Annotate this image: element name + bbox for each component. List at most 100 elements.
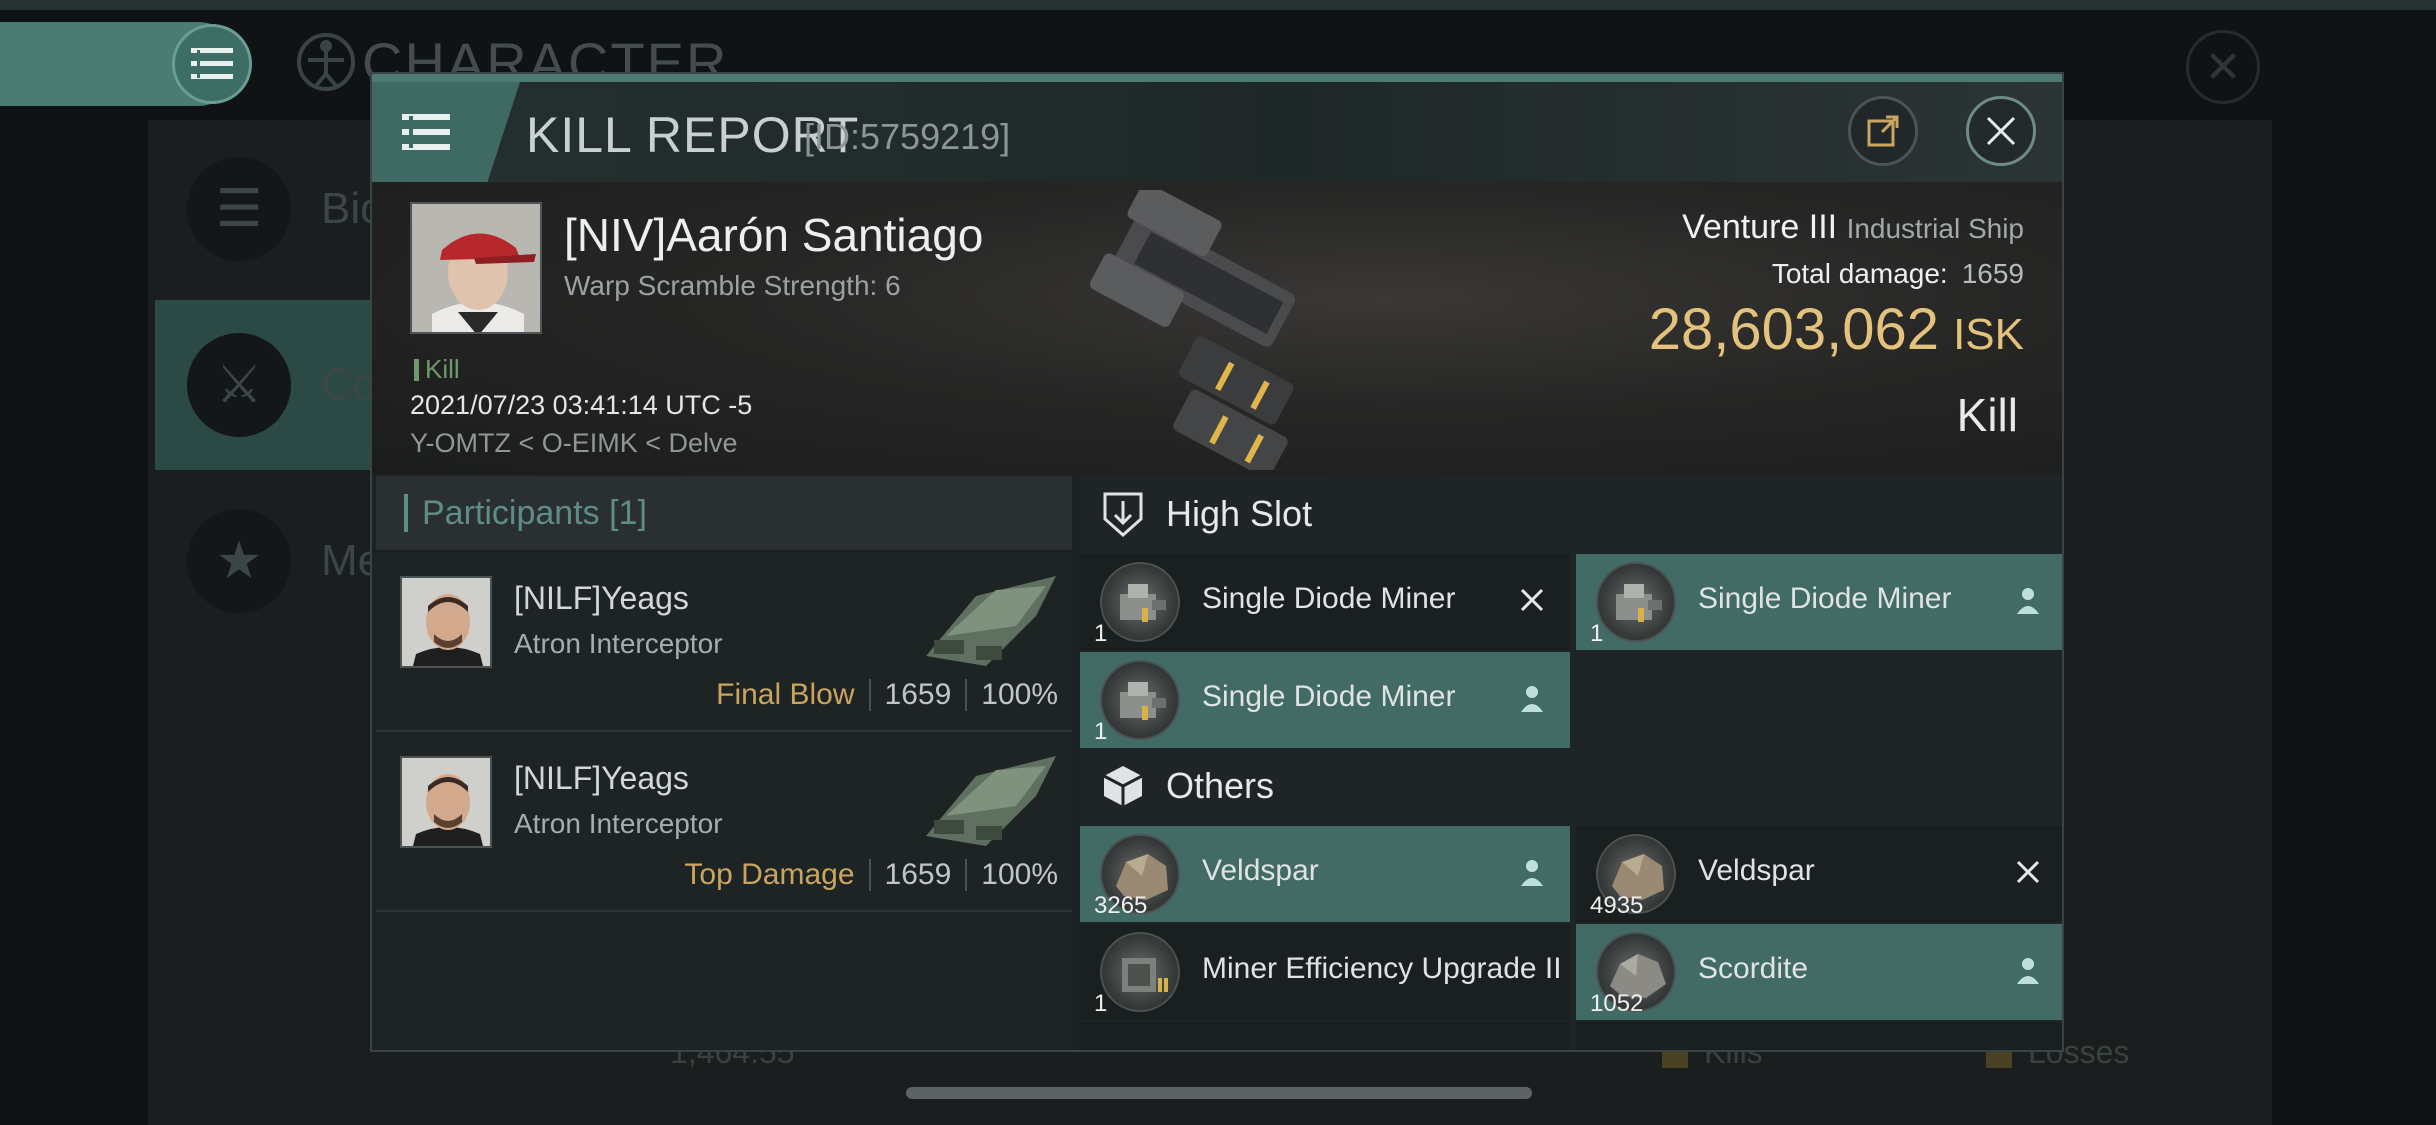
ship-name-line: Venture III Industrial Ship	[1682, 208, 2024, 247]
fitting-panel: High Slot 1 Single Diode Miner 1 Single …	[1080, 476, 2062, 1050]
fitting-item[interactable]: 1 Single Diode Miner	[1080, 652, 1570, 748]
close-icon	[1986, 116, 2016, 146]
attacker-damage: 1659	[884, 858, 952, 891]
pilot-avatar-icon	[412, 204, 540, 332]
dropped-person-icon	[2008, 950, 2048, 990]
attacker-stats: Final Blow 1659 100%	[716, 678, 1058, 712]
attacker-role: Top Damage	[684, 858, 855, 891]
item-quantity: 1052	[1590, 990, 1644, 1017]
kill-id: [ID:5759219]	[804, 116, 1011, 157]
attacker-percent: 100%	[981, 678, 1058, 711]
isk-value-line: 28,603,062 ISK	[1649, 296, 2024, 363]
participants-header: Participants [1]	[376, 476, 1072, 552]
item-name: Scordite	[1698, 952, 1809, 985]
participants-count: [1]	[609, 493, 647, 532]
attacker-portrait[interactable]	[400, 576, 492, 668]
dropped-person-icon	[1512, 678, 1552, 718]
item-name: Veldspar	[1202, 854, 1319, 887]
pilot-avatar-icon	[402, 578, 490, 666]
kill-report-dialog: KILL REPORT [ID:5759219] [NIV]Aarón Sant…	[370, 72, 2064, 1052]
warp-scramble-strength: Warp Scramble Strength: 6	[564, 270, 901, 301]
fitting-item-partial[interactable]	[1576, 1022, 2062, 1050]
mining-laser-icon	[1596, 562, 1676, 642]
participant-row[interactable]: [NILF]Yeags Atron Interceptor Top Damage…	[376, 732, 1072, 912]
kill-outcome: Kill	[1956, 389, 2018, 441]
others-header: Others	[1080, 748, 2062, 824]
fitting-item[interactable]: 1 Single Diode Miner	[1576, 554, 2062, 650]
crossed-swords-icon: ⚔	[187, 333, 291, 437]
attacker-percent: 100%	[981, 858, 1058, 891]
item-name: Single Diode Miner	[1202, 582, 1456, 615]
dropped-person-icon	[1512, 852, 1552, 892]
section-label: Others	[1166, 765, 1275, 806]
ship-name[interactable]: Venture III	[1682, 208, 1837, 246]
total-damage-line: Total damage: 1659	[1772, 258, 2024, 290]
high-slot-icon	[1103, 492, 1143, 537]
atron-ship-image	[926, 576, 1056, 666]
attacker-ship: Atron Interceptor	[514, 808, 723, 839]
mining-laser-icon	[1100, 660, 1180, 740]
attacker-damage: 1659	[884, 678, 952, 711]
kill-tag: Kill	[414, 354, 460, 385]
close-icon[interactable]: ✕	[2186, 30, 2260, 104]
victim-name[interactable]: [NIV]Aarón Santiago	[564, 208, 983, 262]
fitting-item[interactable]: 1052 Scordite	[1576, 924, 2062, 1020]
attacker-ship: Atron Interceptor	[514, 628, 723, 659]
ship-class: Industrial Ship	[1846, 213, 2024, 244]
attacker-stats: Top Damage 1659 100%	[684, 858, 1058, 892]
high-slot-header: High Slot	[1080, 476, 2062, 552]
item-quantity: 1	[1590, 620, 1604, 647]
fitting-item[interactable]: 1 Single Diode Miner	[1080, 554, 1570, 650]
dialog-menu-button[interactable]	[372, 82, 520, 182]
attacker-name[interactable]: [NILF]Yeags	[514, 580, 689, 617]
fitting-item[interactable]: 4935 Veldspar	[1576, 826, 2062, 922]
kill-tag-label: Kill	[425, 354, 460, 384]
share-button[interactable]	[1848, 96, 1918, 166]
section-label: High Slot	[1166, 493, 1313, 534]
item-quantity: 1	[1094, 990, 1108, 1017]
fitting-item[interactable]: 1 Miner Efficiency Upgrade II	[1080, 924, 1570, 1020]
kill-summary: [NIV]Aarón Santiago Warp Scramble Streng…	[372, 182, 2062, 474]
dialog-header: KILL REPORT [ID:5759219]	[372, 82, 2062, 182]
item-name: Single Diode Miner	[1202, 680, 1456, 713]
total-damage-label: Total damage:	[1771, 258, 1948, 289]
participants-label: Participants	[422, 493, 600, 532]
top-bar	[0, 0, 2436, 10]
menu-lines-icon: ☰	[187, 157, 291, 261]
menu-lines-icon	[402, 114, 450, 150]
pilot-avatar-icon	[402, 758, 490, 846]
kill-location: Y-OMTZ < O-EIMK < Delve	[410, 428, 738, 458]
attacker-portrait[interactable]	[400, 756, 492, 848]
item-name: Single Diode Miner	[1698, 582, 1952, 615]
close-button[interactable]	[1966, 96, 2036, 166]
attacker-role: Final Blow	[716, 678, 855, 711]
victim-portrait[interactable]	[410, 202, 542, 334]
dropped-person-icon	[2008, 580, 2048, 620]
destroyed-icon	[2008, 852, 2048, 892]
dialog-accent-line	[372, 74, 2062, 82]
total-damage-value: 1659	[1961, 258, 2024, 289]
participant-row[interactable]: [NILF]Yeags Atron Interceptor Final Blow…	[376, 552, 1072, 732]
fitting-item[interactable]: 3265 Veldspar	[1080, 826, 1570, 922]
home-indicator[interactable]	[906, 1087, 1532, 1099]
mining-laser-icon	[1100, 562, 1180, 642]
cargo-box-icon	[1103, 766, 1143, 806]
isk-unit: ISK	[1953, 310, 2024, 359]
attacker-name[interactable]: [NILF]Yeags	[514, 760, 689, 797]
vitruvian-man-icon	[296, 30, 356, 94]
atron-ship-image	[926, 756, 1056, 846]
isk-value: 28,603,062	[1648, 297, 1940, 362]
venture-ship-image	[1089, 190, 1296, 470]
item-quantity: 3265	[1094, 892, 1148, 919]
item-name: Veldspar	[1698, 854, 1815, 887]
fitting-item-partial[interactable]	[1080, 1022, 1570, 1050]
item-quantity: 1	[1094, 718, 1108, 745]
main-menu-button[interactable]	[172, 24, 252, 104]
upgrade-module-icon	[1100, 932, 1180, 1012]
item-name: Miner Efficiency Upgrade II	[1202, 952, 1562, 985]
destroyed-icon	[1512, 580, 1552, 620]
item-quantity: 1	[1094, 620, 1108, 647]
star-hexagon-icon: ★	[187, 509, 291, 613]
kill-datetime: 2021/07/23 03:41:14 UTC -5	[410, 390, 753, 420]
share-icon	[1867, 115, 1899, 147]
